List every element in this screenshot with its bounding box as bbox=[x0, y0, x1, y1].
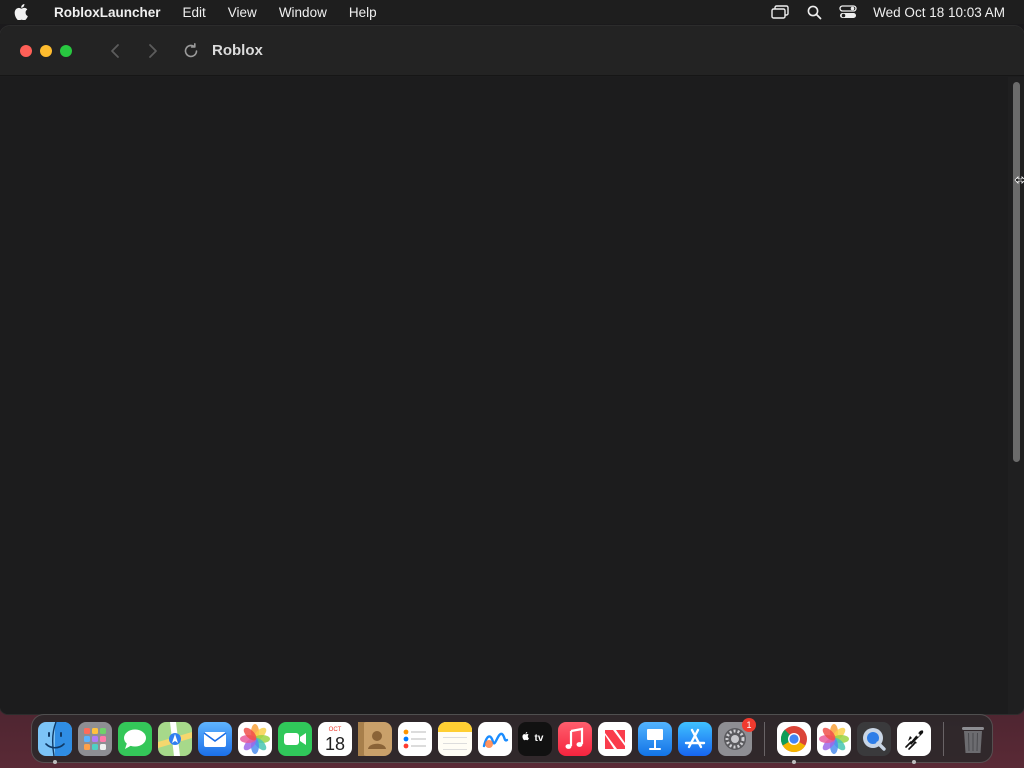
dock-keynote[interactable] bbox=[638, 721, 672, 756]
apple-menu-icon[interactable] bbox=[14, 4, 40, 20]
window-titlebar[interactable]: Roblox bbox=[0, 26, 1024, 76]
reminders-icon bbox=[398, 721, 432, 756]
reload-button[interactable] bbox=[180, 40, 202, 62]
back-button[interactable] bbox=[104, 40, 126, 62]
roblox-launcher-icon bbox=[897, 721, 931, 756]
dock-apple-tv[interactable]: tv bbox=[518, 721, 552, 756]
screen-mirroring-icon[interactable] bbox=[771, 4, 789, 20]
mail-icon bbox=[198, 721, 232, 756]
menu-bar: RobloxLauncher Edit View Window Help Wed bbox=[0, 0, 1024, 24]
facetime-icon bbox=[278, 721, 312, 756]
menu-edit[interactable]: Edit bbox=[183, 5, 206, 20]
dock-contacts[interactable] bbox=[358, 721, 392, 756]
menu-view[interactable]: View bbox=[228, 5, 257, 20]
scrollbar-thumb[interactable] bbox=[1013, 82, 1020, 462]
launchpad-icon bbox=[78, 721, 112, 756]
photos-icon bbox=[817, 721, 851, 756]
news-icon bbox=[598, 721, 632, 756]
chevron-right-icon bbox=[149, 43, 157, 58]
calendar-icon: OCT 18 bbox=[318, 721, 352, 756]
dock-launchpad[interactable] bbox=[78, 721, 112, 756]
contacts-icon bbox=[358, 721, 392, 756]
dock-chrome[interactable] bbox=[777, 721, 811, 764]
dock-photos[interactable] bbox=[238, 721, 272, 756]
dock-separator bbox=[764, 721, 765, 756]
menu-app-name[interactable]: RobloxLauncher bbox=[54, 5, 161, 20]
resize-cursor-icon bbox=[1014, 176, 1024, 184]
dock-finder[interactable] bbox=[38, 721, 72, 764]
quicktime-icon bbox=[857, 721, 891, 756]
dock-system-settings[interactable]: 1 bbox=[718, 717, 756, 756]
maximize-window-button[interactable] bbox=[60, 44, 72, 57]
calendar-day: 18 bbox=[325, 734, 345, 754]
app-store-icon bbox=[678, 721, 712, 756]
close-window-button[interactable] bbox=[20, 44, 32, 57]
dock-messages[interactable] bbox=[118, 721, 152, 756]
dock: OCT 18 tv 1 bbox=[31, 714, 993, 764]
freeform-icon bbox=[478, 721, 512, 756]
dock-roblox-launcher[interactable] bbox=[897, 721, 931, 764]
reload-icon bbox=[184, 42, 198, 57]
web-content-area[interactable] bbox=[0, 77, 1008, 714]
dock-music[interactable] bbox=[558, 721, 592, 756]
keynote-icon bbox=[638, 721, 672, 756]
dock-news[interactable] bbox=[598, 721, 632, 756]
dock-trash[interactable] bbox=[956, 722, 990, 756]
dock-photos-recent[interactable] bbox=[817, 721, 851, 756]
minimize-window-button[interactable] bbox=[40, 44, 52, 57]
tv-label: tv bbox=[535, 733, 544, 744]
dock-quicktime[interactable] bbox=[857, 721, 891, 756]
notes-icon bbox=[438, 721, 472, 756]
dock-freeform[interactable] bbox=[478, 721, 512, 756]
chrome-icon bbox=[777, 721, 811, 756]
music-icon bbox=[558, 721, 592, 756]
running-indicator bbox=[792, 759, 796, 764]
menu-help[interactable]: Help bbox=[349, 5, 377, 20]
dock-notes[interactable] bbox=[438, 721, 472, 756]
menu-bar-clock[interactable]: Wed Oct 18 10:03 AM bbox=[873, 5, 1005, 20]
dock-maps[interactable] bbox=[158, 721, 192, 756]
roblox-window: Roblox bbox=[0, 26, 1024, 714]
forward-button[interactable] bbox=[142, 40, 164, 62]
notification-badge: 1 bbox=[742, 717, 756, 732]
control-center-icon[interactable] bbox=[839, 4, 857, 20]
vertical-scrollbar[interactable] bbox=[1008, 77, 1024, 714]
apple-tv-icon: tv bbox=[518, 721, 552, 756]
calendar-month: OCT bbox=[329, 727, 342, 733]
dock-facetime[interactable] bbox=[278, 721, 312, 756]
messages-icon bbox=[118, 721, 152, 756]
dock-calendar[interactable]: OCT 18 bbox=[318, 721, 352, 756]
finder-icon bbox=[38, 721, 72, 756]
menu-window[interactable]: Window bbox=[279, 5, 327, 20]
dock-mail[interactable] bbox=[198, 721, 232, 756]
running-indicator bbox=[53, 759, 57, 764]
trash-icon bbox=[962, 726, 984, 753]
maps-icon bbox=[158, 721, 192, 756]
spotlight-search-icon[interactable] bbox=[805, 4, 823, 20]
window-controls bbox=[20, 44, 80, 57]
window-title: Roblox bbox=[212, 42, 263, 59]
running-indicator bbox=[912, 759, 916, 764]
dock-app-store[interactable] bbox=[678, 721, 712, 756]
dock-reminders[interactable] bbox=[398, 721, 432, 756]
chevron-left-icon bbox=[111, 43, 119, 58]
photos-icon bbox=[238, 721, 272, 756]
dock-separator bbox=[943, 721, 944, 756]
